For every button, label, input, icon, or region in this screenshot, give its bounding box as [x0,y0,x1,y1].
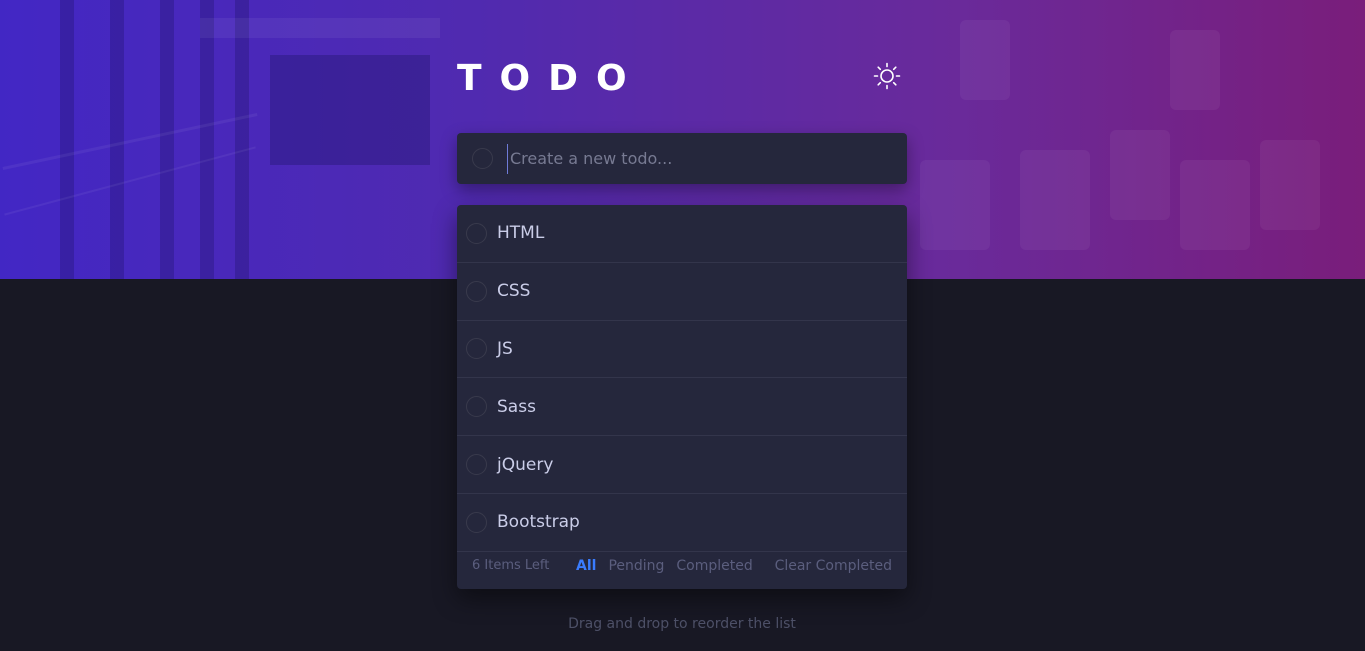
filter-all[interactable]: All [576,558,596,574]
todo-item[interactable]: HTML [457,205,907,263]
todo-check-circle[interactable] [466,454,487,476]
todo-label: jQuery [497,454,554,475]
sun-icon [873,62,901,90]
todo-check-circle[interactable] [466,511,487,533]
todo-item[interactable]: CSS [457,263,907,321]
new-todo-check-circle[interactable] [472,148,493,169]
filter-group: All Pending Completed [576,558,753,574]
reorder-hint: Drag and drop to reorder the list [568,616,796,632]
todo-label: Sass [497,396,536,417]
todo-label: CSS [497,281,531,302]
todo-label: Bootstrap [497,512,580,533]
filter-completed[interactable]: Completed [676,558,752,574]
todo-item[interactable]: jQuery [457,436,907,494]
items-left-count: 6 Items Left [472,558,550,573]
list-footer: 6 Items Left All Pending Completed Clear… [457,542,907,589]
theme-toggle-button[interactable] [873,62,901,90]
todo-label: JS [497,338,513,359]
filter-pending[interactable]: Pending [608,558,664,574]
todo-check-circle[interactable] [466,222,487,244]
todo-check-circle[interactable] [466,338,487,360]
todo-check-circle[interactable] [466,280,487,302]
new-todo-bar [457,133,907,184]
todo-check-circle[interactable] [466,396,487,418]
app-title: TODO [457,58,645,99]
todo-list: HTML CSS JS Sass jQuery Bootstrap 6 Item… [457,205,907,589]
todo-item[interactable]: Sass [457,378,907,437]
clear-completed-button[interactable]: Clear Completed [775,558,892,574]
todo-item[interactable]: JS [457,321,907,379]
new-todo-input[interactable] [507,143,887,174]
todo-label: HTML [497,223,545,244]
